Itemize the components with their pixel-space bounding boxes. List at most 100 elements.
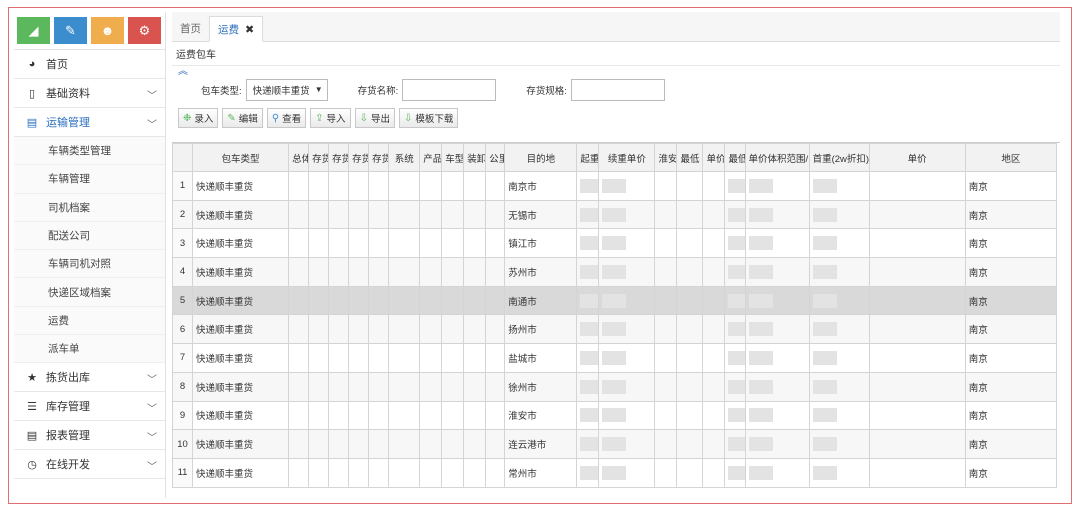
cell-empty [419, 228, 443, 259]
chart-icon[interactable]: ◢ [17, 17, 50, 44]
submenu-item-vehicle-type[interactable]: 车辆类型管理 [14, 137, 165, 166]
submenu-item-freight[interactable]: 运费 [14, 306, 165, 336]
column-header[interactable]: 总体 [288, 143, 310, 172]
submenu-item-vehicle[interactable]: 车辆管理 [14, 165, 165, 194]
table-row[interactable]: 3 快递顺丰重货 镇江市 南京 [172, 228, 1058, 259]
column-header[interactable]: 存货 [348, 143, 370, 172]
redacted-value [602, 322, 627, 337]
column-header[interactable]: 单价 [702, 143, 726, 172]
submenu-item-delivery-company[interactable]: 配送公司 [14, 221, 165, 251]
column-header[interactable]: 产品 [419, 143, 443, 172]
menu-item-transport[interactable]: ▤ 运输管理 ﹀ [14, 108, 165, 137]
spec-input[interactable] [570, 79, 665, 101]
view-label: 查看 [282, 114, 302, 125]
column-header[interactable]: 地区 [964, 143, 1058, 172]
menu-item-home[interactable]: ◕ 首页 [14, 50, 165, 79]
column-header[interactable]: 车型 [441, 143, 465, 172]
submenu-item-dispatch[interactable]: 派车单 [14, 335, 165, 364]
cell-value [654, 371, 678, 402]
cell-region: 南京 [964, 199, 1058, 230]
column-header[interactable]: 系统 [388, 143, 421, 172]
name-input[interactable] [402, 79, 497, 101]
close-icon[interactable]: ✖ [245, 23, 254, 36]
redacted-value [728, 350, 744, 365]
row-number: 7 [172, 343, 194, 373]
tab-freight[interactable]: 运费 ✖ [209, 16, 264, 42]
redacted-value [748, 178, 773, 193]
table-row[interactable]: 1 快递顺丰重货 南京市 南京 [172, 171, 1058, 201]
table-row[interactable]: 11 快递顺丰重货 常州市 南京 [172, 457, 1058, 488]
cell-empty [288, 199, 310, 230]
column-header[interactable]: 续重单价 [598, 143, 656, 172]
cell-value [702, 199, 726, 230]
cell-empty [485, 199, 506, 230]
redacted-value [748, 379, 773, 394]
column-header[interactable]: 最低 [676, 143, 704, 172]
cell-empty [308, 457, 330, 488]
column-header[interactable]: 存货 [308, 143, 330, 172]
column-header[interactable]: 存货 [328, 143, 350, 172]
tab-home[interactable]: 首页 [172, 15, 209, 41]
cell-empty [348, 400, 370, 431]
column-header[interactable]: 装卸 [463, 143, 487, 172]
cell-region: 南京 [964, 314, 1058, 345]
table-row[interactable]: 6 快递顺丰重货 扬州市 南京 [172, 314, 1058, 345]
chevron-down-icon: ﹀ [147, 120, 157, 131]
edit-label: 编辑 [238, 114, 258, 125]
cell-empty [288, 228, 310, 259]
cell-type: 快递顺丰重货 [192, 343, 290, 373]
cell-empty [419, 371, 443, 402]
view-button[interactable]: ⚲ 查看 [266, 108, 307, 128]
redacted-value [580, 322, 598, 337]
cell-empty [368, 228, 390, 259]
menu-item-picking[interactable]: ★ 拣货出库 ﹀ [14, 363, 165, 393]
filter-bar: 包车类型: 快递顺丰重货 ▼ 存货名称: 存货规格: [172, 78, 1060, 102]
cell-empty [388, 371, 421, 402]
menu-item-inventory[interactable]: ☰ 库存管理 ﹀ [14, 392, 165, 422]
column-header[interactable]: 单价 [868, 143, 966, 172]
menu-item-reports[interactable]: ▤ 报表管理 ﹀ [14, 421, 165, 451]
column-header[interactable]: 公里 [485, 143, 506, 172]
redacted-value [812, 350, 837, 365]
column-header[interactable]: 单价体积范围/ [744, 143, 810, 172]
cell-empty [368, 171, 390, 201]
menu-item-online-dev[interactable]: ◷ 在线开发 ﹀ [14, 450, 165, 480]
cell-value [868, 314, 966, 345]
cell-empty [308, 199, 330, 230]
import-button[interactable]: ⇪ 导入 [310, 108, 351, 128]
table-row[interactable]: 2 快递顺丰重货 无锡市 南京 [172, 199, 1058, 230]
cell-type: 快递顺丰重货 [192, 371, 290, 402]
table-row[interactable]: 7 快递顺丰重货 盐城市 南京 [172, 343, 1058, 373]
collapse-icon[interactable]: ︽ [172, 66, 1060, 78]
cell-empty [368, 314, 390, 345]
table-row[interactable]: 4 快递顺丰重货 苏州市 南京 [172, 257, 1058, 287]
cell-value [654, 343, 678, 373]
cell-destination: 淮安市 [504, 400, 578, 431]
cell-empty [463, 314, 487, 345]
table-row[interactable]: 5 快递顺丰重货 南通市 南京 [172, 285, 1058, 316]
column-header[interactable]: 首重(2w折扣) [808, 143, 870, 172]
pencil-icon[interactable]: ✎ [54, 17, 87, 44]
template-download-button[interactable]: ⇩ 模板下载 [398, 108, 459, 128]
edit-button[interactable]: ✎ 编辑 [222, 108, 263, 128]
column-header[interactable]: 淮安 [654, 143, 678, 172]
submenu-item-express-area[interactable]: 快递区域档案 [14, 278, 165, 307]
table-row[interactable]: 9 快递顺丰重货 淮安市 南京 [172, 400, 1058, 431]
column-header[interactable]: 包车类型 [192, 143, 290, 172]
column-header[interactable]: 存货 [368, 143, 390, 172]
submenu-item-vehicle-driver[interactable]: 车辆司机对照 [14, 250, 165, 279]
type-select[interactable]: 快递顺丰重货 ▼ [245, 79, 328, 101]
table-row[interactable]: 10 快递顺丰重货 连云港市 南京 [172, 429, 1058, 459]
menu-label: 运输管理 [46, 117, 90, 129]
row-number: 6 [172, 314, 194, 345]
submenu-item-driver[interactable]: 司机档案 [14, 193, 165, 222]
menu-item-basic-data[interactable]: ▯ 基础资料 ﹀ [14, 79, 165, 108]
add-button[interactable]: ❉ 录入 [178, 108, 219, 128]
table-row[interactable]: 8 快递顺丰重货 徐州市 南京 [172, 371, 1058, 402]
column-header[interactable]: 目的地 [504, 143, 578, 172]
export-button[interactable]: ⇩ 导出 [354, 108, 395, 128]
column-header[interactable]: 起重 [576, 143, 600, 172]
column-header[interactable]: 最低 [724, 143, 746, 172]
users-icon[interactable]: ☻ [91, 17, 124, 44]
gears-icon[interactable]: ⚙ [128, 17, 161, 44]
